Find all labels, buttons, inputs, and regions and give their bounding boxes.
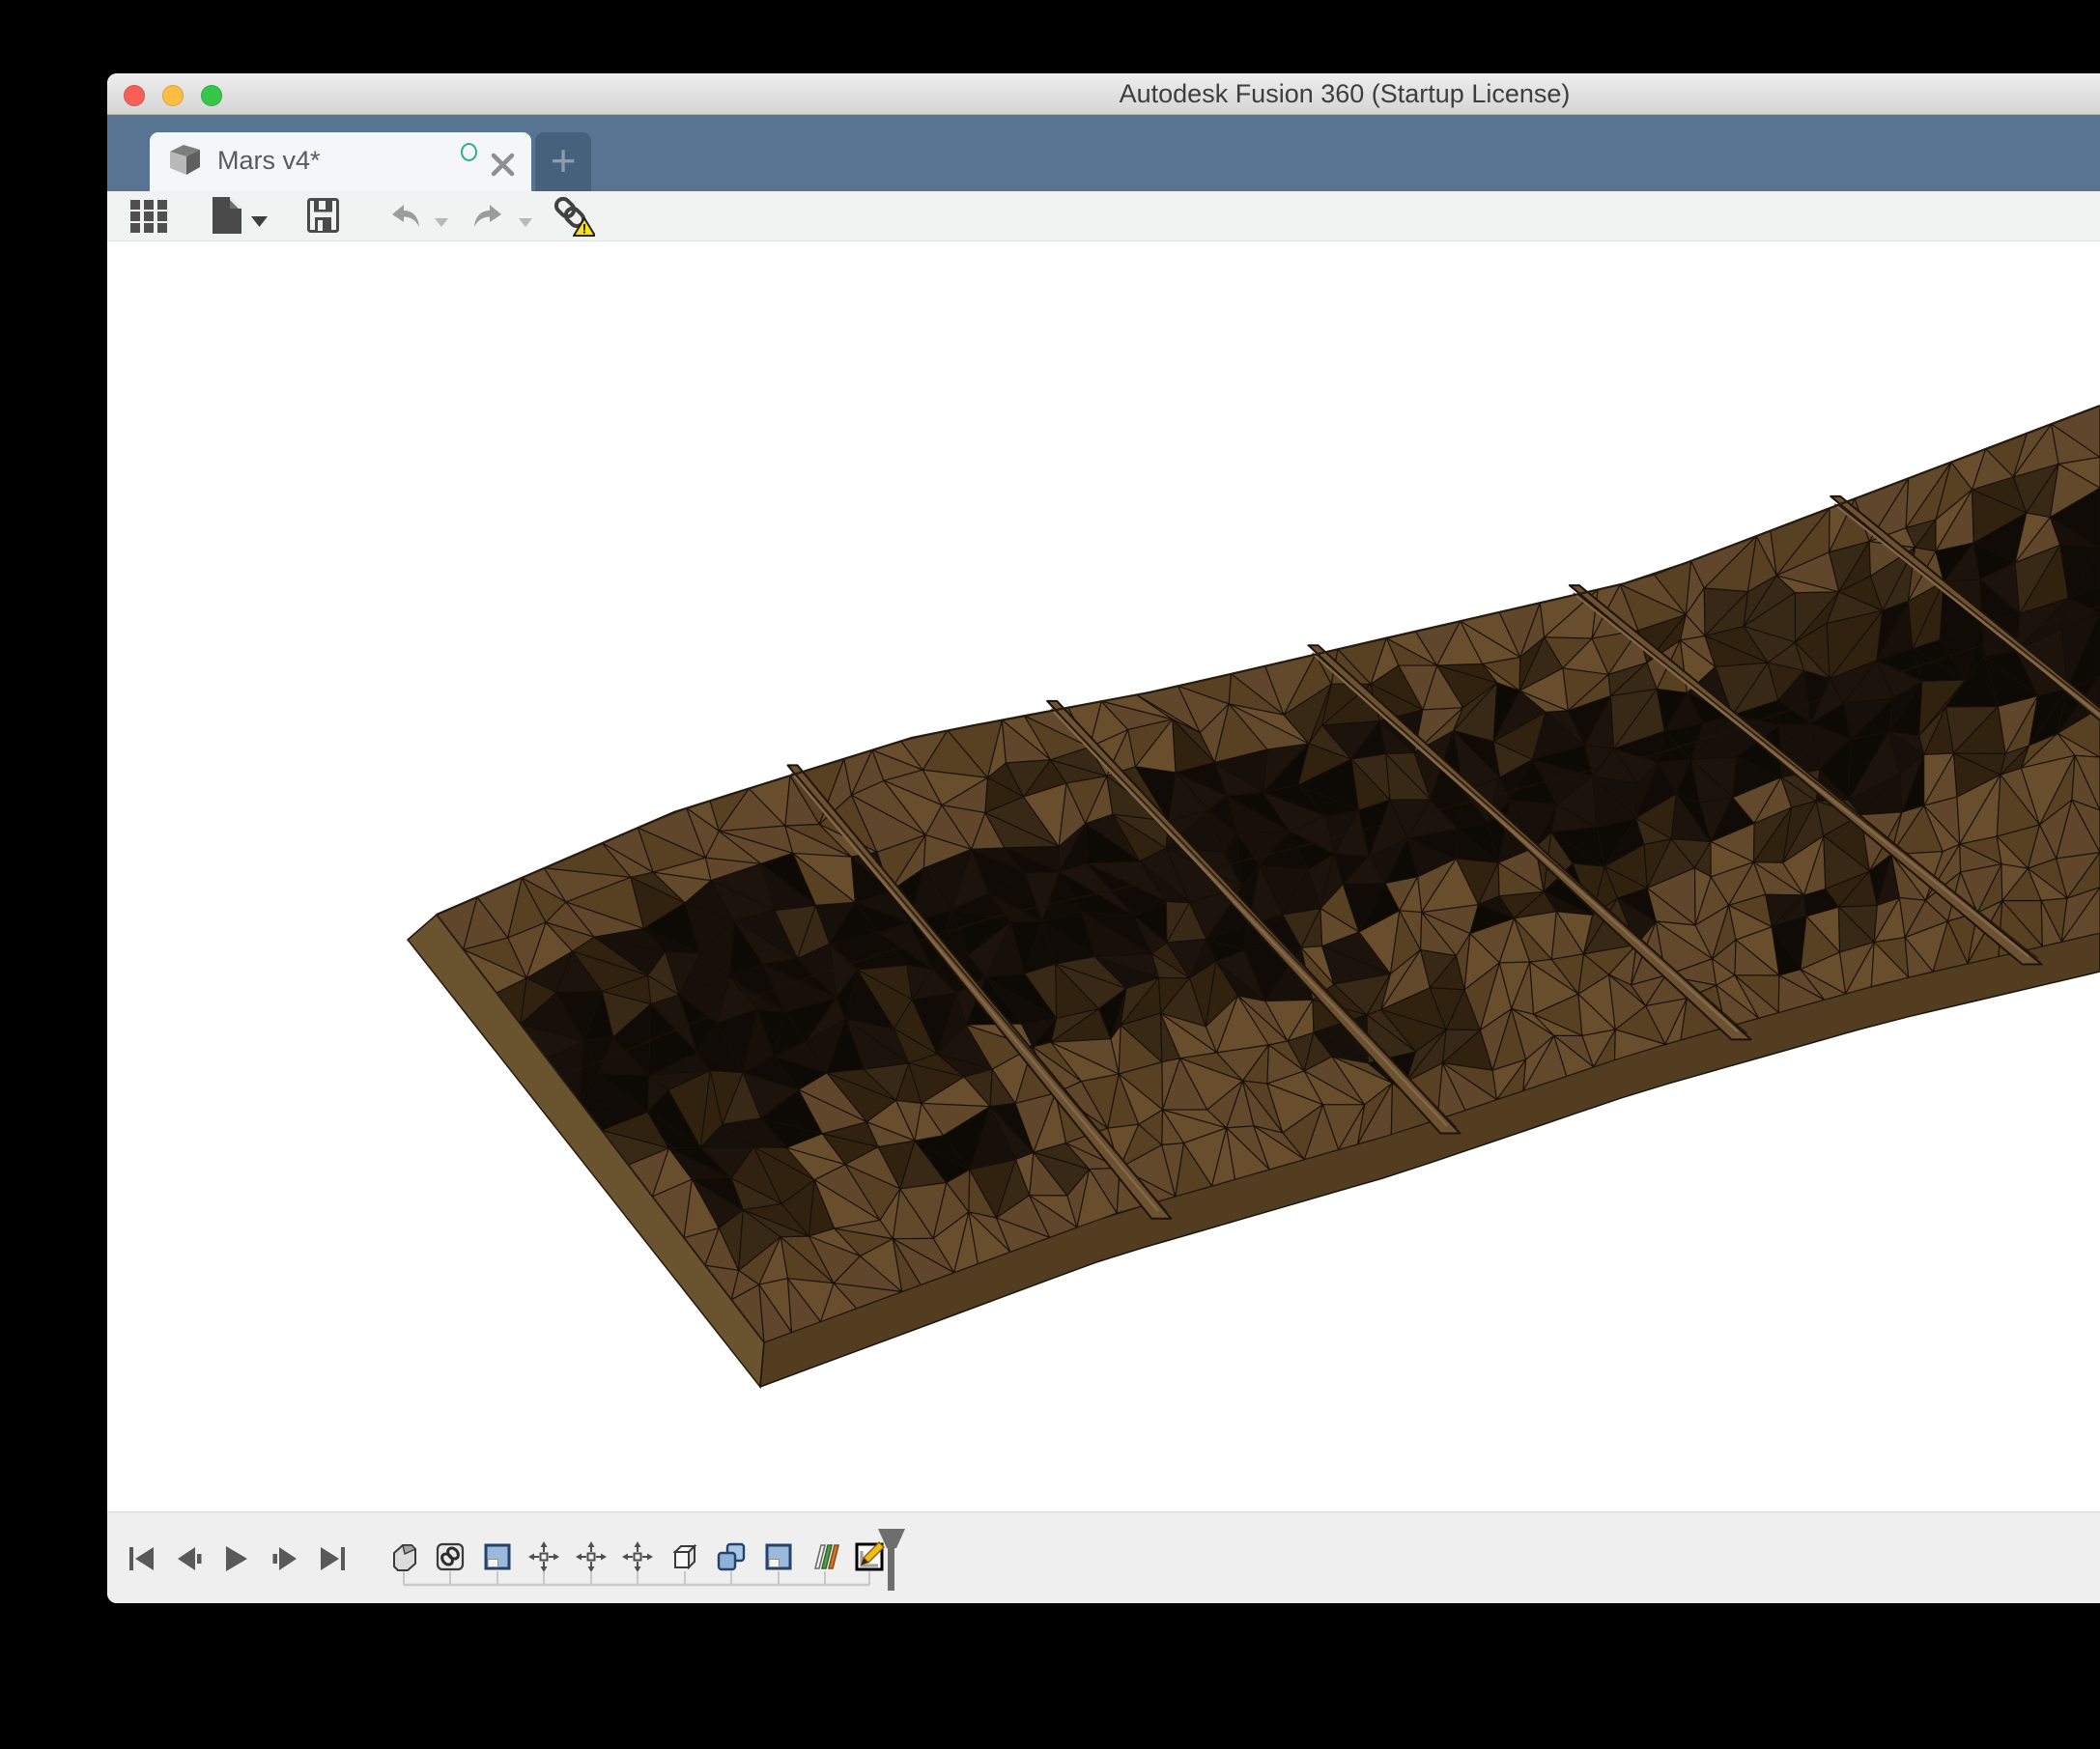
link-warning-icon[interactable]: ! bbox=[551, 195, 595, 242]
viewport-canvas[interactable] bbox=[107, 241, 2100, 1511]
step-forward-icon[interactable] bbox=[271, 1546, 298, 1571]
file-icon[interactable] bbox=[213, 197, 241, 239]
undo-dropdown-caret-icon[interactable] bbox=[435, 214, 448, 232]
skip-to-end-icon[interactable] bbox=[320, 1546, 347, 1571]
quick-access-toolbar: ! bbox=[107, 191, 2100, 241]
titlebar: Autodesk Fusion 360 (Startup License) bbox=[107, 73, 2100, 115]
fusion360-window: Autodesk Fusion 360 (Startup License) Ma… bbox=[107, 73, 2100, 1603]
tab-label: Mars v4* bbox=[217, 132, 321, 188]
close-button[interactable] bbox=[124, 85, 145, 106]
redo-icon[interactable] bbox=[471, 204, 504, 234]
step-back-icon[interactable] bbox=[177, 1546, 204, 1571]
undo-icon[interactable] bbox=[389, 204, 422, 234]
cube-icon bbox=[167, 143, 203, 182]
tab-close-button[interactable] bbox=[490, 152, 516, 178]
minimize-button[interactable] bbox=[162, 85, 184, 106]
file-dropdown-caret-icon[interactable] bbox=[251, 214, 268, 232]
skip-to-start-icon[interactable] bbox=[128, 1546, 156, 1571]
save-icon[interactable] bbox=[307, 198, 339, 238]
warning-exclaim: ! bbox=[582, 221, 587, 237]
timeline-group-bracket bbox=[397, 1567, 885, 1589]
zoom-button[interactable] bbox=[201, 85, 222, 106]
tab-bar: Mars v4* + bbox=[107, 115, 2100, 191]
app-grid-icon[interactable] bbox=[130, 200, 167, 238]
sync-ring-icon bbox=[461, 143, 477, 161]
timeline-playhead-marker[interactable] bbox=[876, 1529, 907, 1597]
play-icon[interactable] bbox=[224, 1546, 251, 1571]
timeline-bar bbox=[107, 1511, 2100, 1603]
redo-dropdown-caret-icon[interactable] bbox=[519, 214, 532, 232]
new-tab-button[interactable]: + bbox=[535, 132, 591, 191]
mars-terrain-model bbox=[107, 241, 2100, 1511]
tab-mars-v4[interactable]: Mars v4* bbox=[150, 132, 531, 191]
window-title: Autodesk Fusion 360 (Startup License) bbox=[1120, 73, 1571, 114]
